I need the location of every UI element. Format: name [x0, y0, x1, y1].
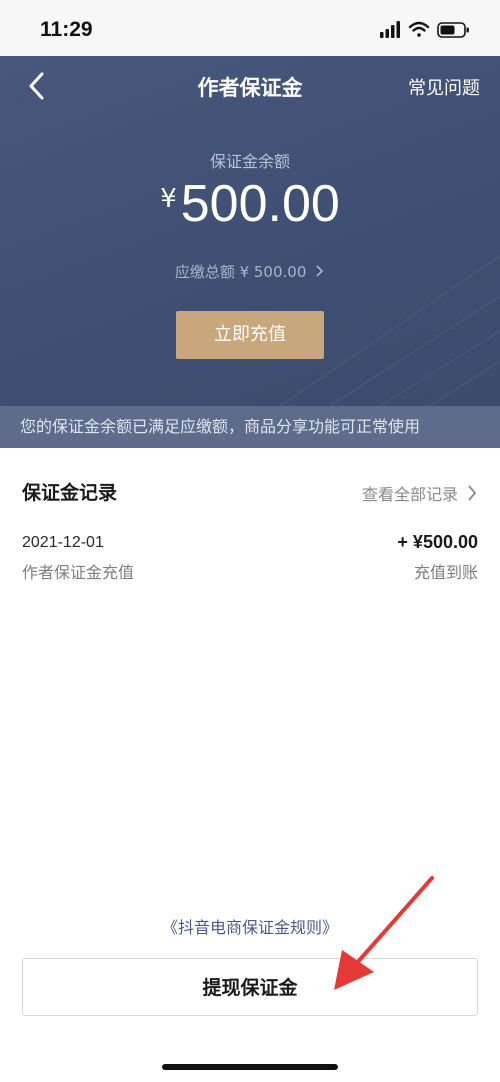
record-description: 作者保证金充值 [22, 563, 135, 582]
balance-label: 保证金余额 [209, 152, 290, 171]
chevron-right-icon [316, 265, 324, 277]
wifi-icon [408, 21, 430, 37]
balance-amount: ¥500.00 [0, 174, 500, 234]
balance-value: 500.00 [180, 175, 340, 233]
status-time: 11:29 [40, 18, 93, 41]
notice-banner: 您的保证金余额已满足应缴额，商品分享功能可正常使用 [0, 406, 500, 448]
due-total-link[interactable]: 应缴总额 ¥ 500.00 [0, 261, 500, 282]
home-indicator [162, 1064, 338, 1070]
record-amount: + ¥500.00 [397, 532, 478, 552]
records-title: 保证金记录 [22, 482, 118, 504]
faq-link[interactable]: 常见问题 [408, 74, 480, 100]
signal-icon [380, 21, 400, 38]
chevron-right-icon [468, 485, 477, 501]
annotation-arrow-icon [334, 876, 434, 990]
currency-symbol: ¥ [160, 184, 177, 214]
recharge-button[interactable]: 立即充值 [176, 311, 324, 359]
view-all-label: 查看全部记录 [361, 485, 458, 504]
battery-icon [437, 22, 469, 38]
view-all-records-link[interactable]: 查看全部记录 [362, 481, 478, 505]
record-date: 2021-12-01 [22, 534, 104, 551]
balance-header: 作者保证金 常见问题 保证金余额 ¥500.00 应缴总额 ¥ 500.00 立… [0, 56, 500, 406]
due-total-label: 应缴总额 ¥ 500.00 [174, 263, 307, 281]
record-status: 充值到账 [413, 563, 478, 582]
status-icons [380, 20, 472, 40]
status-bar: 11:29 [0, 0, 500, 56]
